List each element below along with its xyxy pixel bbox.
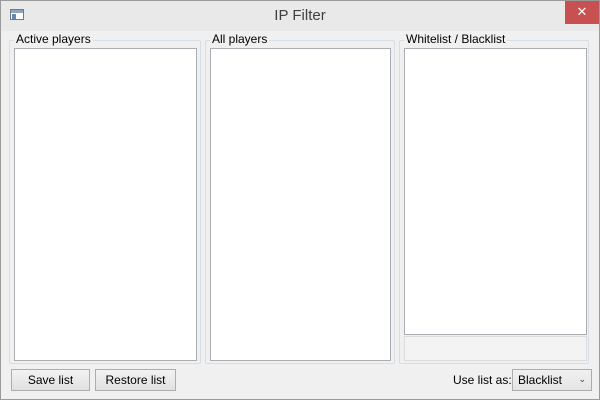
use-list-as-select[interactable]: Blacklist ⌄: [512, 369, 592, 391]
close-button[interactable]: ✕: [565, 1, 599, 24]
all-players-label: All players: [210, 32, 270, 46]
title-bar[interactable]: IP Filter ✕: [1, 1, 599, 31]
active-players-list[interactable]: [14, 48, 197, 361]
save-list-button[interactable]: Save list: [11, 369, 90, 391]
whitelist-blacklist-group: Whitelist / Blacklist: [399, 32, 589, 364]
window-title: IP Filter: [274, 7, 326, 24]
whitelist-blacklist-label: Whitelist / Blacklist: [404, 32, 508, 46]
list-entry-field[interactable]: [404, 336, 587, 361]
selected-list-mode: Blacklist: [518, 373, 563, 387]
active-players-label: Active players: [14, 32, 93, 46]
close-icon: ✕: [576, 4, 588, 19]
use-list-as-label: Use list as:: [453, 373, 512, 387]
whitelist-blacklist-list[interactable]: [404, 48, 587, 335]
active-players-group: Active players: [9, 32, 201, 364]
client-area: Active players All players Whitelist / B…: [7, 32, 593, 395]
ip-filter-window: IP Filter ✕ Active players All players W…: [0, 0, 600, 400]
all-players-list[interactable]: [210, 48, 391, 361]
all-players-group: All players: [205, 32, 395, 364]
restore-list-button[interactable]: Restore list: [95, 369, 176, 391]
chevron-down-icon: ⌄: [578, 374, 586, 384]
